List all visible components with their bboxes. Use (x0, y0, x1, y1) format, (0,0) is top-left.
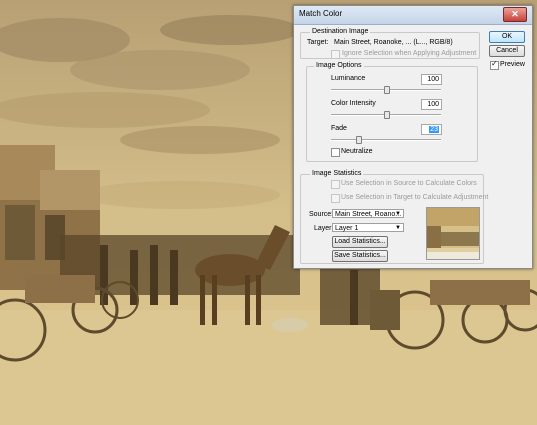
ignore-selection-label: Ignore Selection when Applying Adjustmen… (342, 50, 477, 57)
fade-slider-thumb[interactable] (356, 136, 362, 144)
cancel-button[interactable]: Cancel (489, 45, 525, 57)
close-button[interactable]: ✕ (503, 7, 527, 22)
match-color-dialog: Match Color ✕ Destination Image Target: … (293, 5, 533, 269)
preview-label: Preview (500, 61, 525, 68)
luminance-input[interactable]: 100 (421, 74, 442, 85)
color-intensity-input[interactable]: 100 (421, 99, 442, 110)
destination-image-label: Destination Image (310, 28, 371, 35)
neutralize-label: Neutralize (341, 148, 373, 155)
chevron-down-icon: ▼ (395, 211, 401, 217)
fade-slider-track[interactable] (331, 139, 441, 141)
fade-input[interactable]: 23 (421, 124, 442, 135)
dialog-title: Match Color (299, 9, 343, 18)
use-source-selection-label: Use Selection in Source to Calculate Col… (341, 180, 477, 187)
fade-label: Fade (331, 125, 347, 132)
source-dropdown-value: Main Street, Roano... (335, 211, 402, 218)
layer-label: Layer: (314, 225, 334, 232)
source-label: Source: (309, 211, 334, 218)
layer-dropdown[interactable]: Layer 1 ▼ (332, 223, 404, 232)
luminance-slider-thumb[interactable] (384, 86, 390, 94)
image-options-label: Image Options (314, 62, 364, 69)
image-statistics-label: Image Statistics (310, 170, 364, 177)
target-label: Target: (307, 39, 329, 46)
color-intensity-slider-thumb[interactable] (384, 111, 390, 119)
save-statistics-button[interactable]: Save Statistics... (332, 250, 388, 262)
neutralize-checkbox[interactable] (331, 148, 340, 157)
layer-dropdown-value: Layer 1 (335, 225, 359, 232)
color-intensity-label: Color Intensity (331, 100, 376, 107)
load-statistics-button[interactable]: Load Statistics... (332, 236, 388, 248)
title-bar[interactable]: Match Color ✕ (294, 6, 532, 25)
target-value: Main Street, Roanoke, ... (L..., RGB/8) (334, 39, 453, 46)
use-source-selection-checkbox[interactable] (331, 180, 340, 189)
luminance-label: Luminance (331, 75, 366, 82)
preview-checkbox[interactable] (490, 59, 499, 70)
use-target-selection-label: Use Selection in Target to Calculate Adj… (341, 194, 489, 201)
use-target-selection-checkbox[interactable] (331, 194, 340, 203)
source-dropdown[interactable]: Main Street, Roano... ▼ (332, 209, 404, 218)
ignore-selection-checkbox[interactable] (331, 50, 340, 59)
ok-button[interactable]: OK (489, 31, 525, 43)
chevron-down-icon: ▼ (395, 225, 401, 231)
source-thumbnail (426, 207, 480, 260)
